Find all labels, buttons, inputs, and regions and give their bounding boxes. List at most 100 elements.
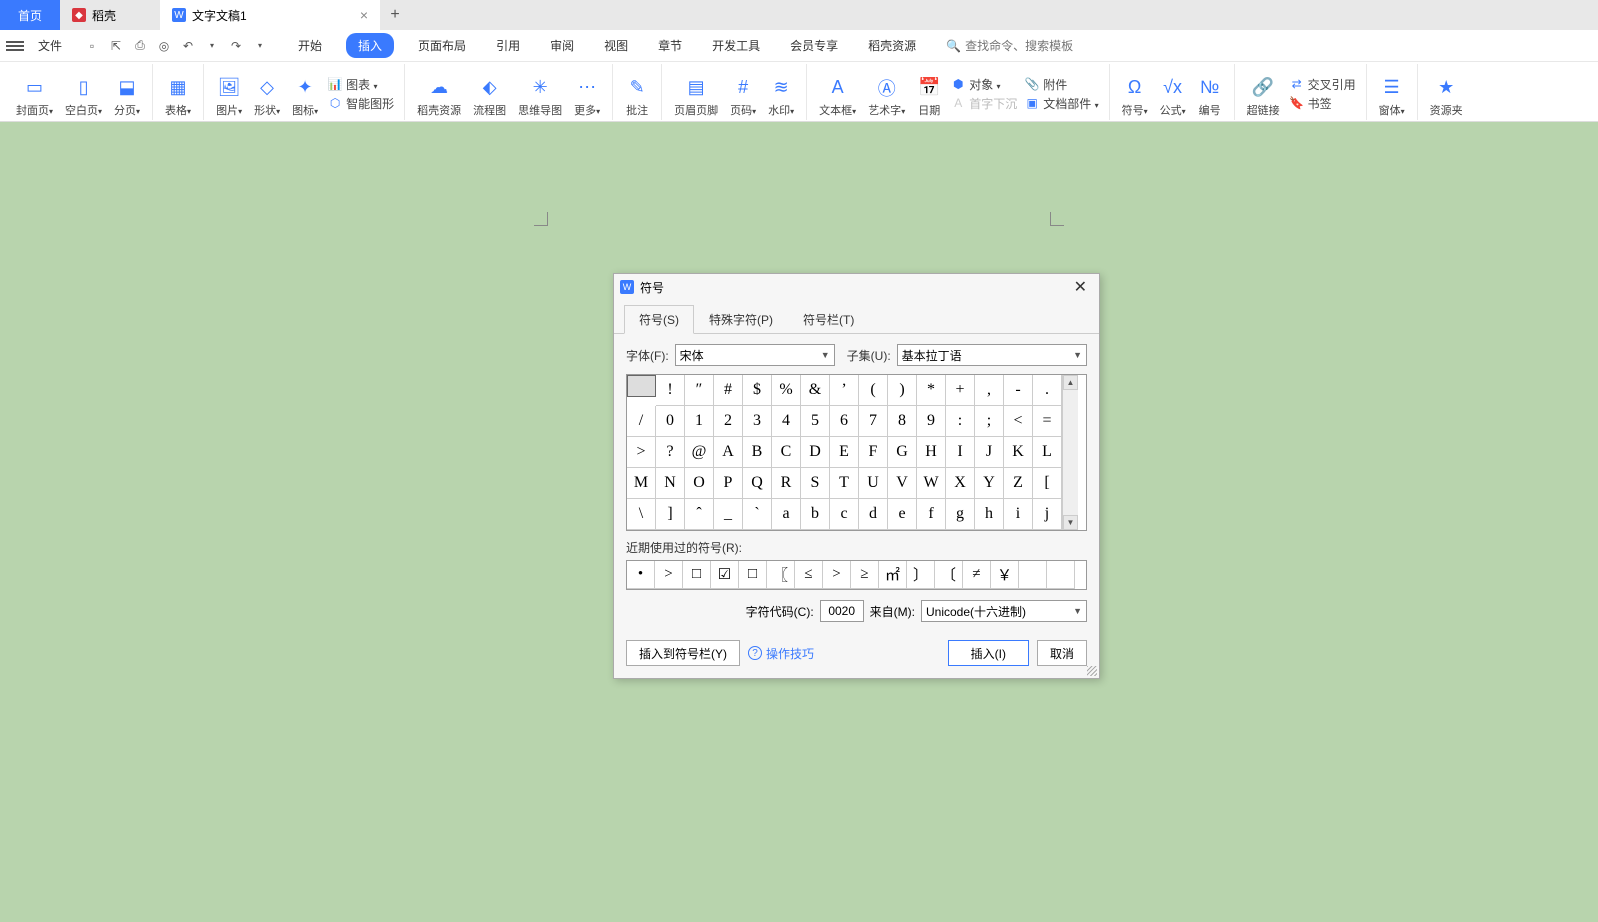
dialog-tab[interactable]: 符号(S) [624, 305, 694, 334]
ribbon-文档部件[interactable]: ▣文档部件 ▾ [1025, 95, 1098, 112]
symbol-cell[interactable]: > [627, 437, 656, 468]
symbol-cell[interactable]: M [627, 468, 656, 499]
symbol-cell[interactable]: L [1033, 437, 1062, 468]
ribbon-交叉引用[interactable]: ⇄交叉引用 [1290, 76, 1356, 93]
symbol-cell[interactable]: b [801, 499, 830, 530]
symbol-cell[interactable]: 4 [772, 406, 801, 437]
recent-symbol-cell[interactable]: ≠ [963, 561, 991, 589]
symbol-cell[interactable]: ! [656, 375, 685, 406]
menu-tab-插入[interactable]: 插入 [346, 33, 394, 58]
menu-tab-页面布局[interactable]: 页面布局 [412, 33, 472, 58]
symbol-cell[interactable]: X [946, 468, 975, 499]
symbol-cell[interactable]: \ [627, 499, 656, 530]
symbol-cell[interactable]: N [656, 468, 685, 499]
symbol-cell[interactable]: ; [975, 406, 1004, 437]
code-input[interactable] [820, 600, 864, 622]
recent-symbol-cell[interactable]: > [655, 561, 683, 589]
recent-symbol-cell[interactable]: > [823, 561, 851, 589]
symbol-cell[interactable]: g [946, 499, 975, 530]
recent-symbol-cell[interactable]: • [627, 561, 655, 589]
symbol-cell[interactable]: f [917, 499, 946, 530]
cancel-button[interactable]: 取消 [1037, 640, 1087, 666]
ribbon-艺术字[interactable]: Ⓐ艺术字▾ [862, 68, 911, 120]
ribbon-思维导图[interactable]: ✳思维导图 [512, 68, 568, 120]
symbol-cell[interactable]: % [772, 375, 801, 406]
save-icon[interactable]: ▫ [84, 38, 100, 54]
recent-symbol-cell[interactable] [1047, 561, 1075, 589]
symbol-cell[interactable]: 0 [656, 406, 685, 437]
menu-tab-章节[interactable]: 章节 [652, 33, 688, 58]
symbol-cell[interactable]: K [1004, 437, 1033, 468]
symbol-cell[interactable]: Z [1004, 468, 1033, 499]
symbol-cell[interactable]: i [1004, 499, 1033, 530]
symbol-cell[interactable]: B [743, 437, 772, 468]
tab-docshell[interactable]: ◆稻壳 [60, 0, 160, 30]
recent-symbol-cell[interactable]: ≥ [851, 561, 879, 589]
symbol-cell[interactable]: $ [743, 375, 772, 406]
symbol-cell[interactable]: D [801, 437, 830, 468]
symbol-cell[interactable]: * [917, 375, 946, 406]
symbol-cell[interactable]: 9 [917, 406, 946, 437]
ribbon-符号[interactable]: Ω符号▾ [1116, 68, 1154, 120]
preview-icon[interactable]: ◎ [156, 38, 172, 54]
recent-symbol-cell[interactable]: ☑ [711, 561, 739, 589]
symbol-cell[interactable]: R [772, 468, 801, 499]
symbol-cell[interactable] [627, 375, 656, 397]
ribbon-稻壳资源[interactable]: ☁稻壳资源 [411, 68, 467, 120]
tab-home[interactable]: 首页 [0, 0, 60, 30]
symbol-cell[interactable]: U [859, 468, 888, 499]
symbol-cell[interactable]: ˆ [685, 499, 714, 530]
ribbon-公式[interactable]: √x公式▾ [1154, 68, 1192, 120]
symbol-cell[interactable]: j [1033, 499, 1062, 530]
symbol-cell[interactable]: # [714, 375, 743, 406]
ribbon-分页[interactable]: ⬓分页▾ [108, 68, 146, 120]
scroll-up-icon[interactable]: ▲ [1063, 375, 1078, 390]
symbol-cell[interactable]: _ [714, 499, 743, 530]
ribbon-图片[interactable]: 🖼图片▾ [210, 68, 248, 120]
symbol-cell[interactable]: 8 [888, 406, 917, 437]
ribbon-资源夹[interactable]: ★资源夹 [1424, 68, 1469, 120]
font-select[interactable]: 宋体▼ [675, 344, 835, 366]
symbol-cell[interactable]: 2 [714, 406, 743, 437]
symbol-cell[interactable]: d [859, 499, 888, 530]
menu-tab-稻壳资源[interactable]: 稻壳资源 [862, 33, 922, 58]
redo-icon[interactable]: ↷ [228, 38, 244, 54]
ribbon-水印[interactable]: ≋水印▾ [762, 68, 800, 120]
symbol-cell[interactable]: ? [656, 437, 685, 468]
ribbon-图标[interactable]: ✦图标▾ [286, 68, 324, 120]
symbol-cell[interactable]: 5 [801, 406, 830, 437]
symbol-cell[interactable]: ″ [685, 375, 714, 406]
ribbon-表格[interactable]: ▦表格▾ [159, 68, 197, 120]
dialog-tab[interactable]: 符号栏(T) [788, 305, 869, 334]
ribbon-智能图形[interactable]: ⬡智能图形 [328, 95, 394, 112]
ribbon-附件[interactable]: 📎附件 [1025, 76, 1098, 93]
resize-handle[interactable] [1087, 666, 1097, 676]
ribbon-超链接[interactable]: 🔗超链接 [1241, 68, 1286, 120]
command-search[interactable]: 🔍 [946, 39, 1105, 53]
symbol-cell[interactable]: T [830, 468, 859, 499]
ribbon-图表[interactable]: 📊图表 ▾ [328, 76, 394, 93]
close-icon[interactable]: ✕ [1068, 277, 1093, 297]
export-icon[interactable]: ⇱ [108, 38, 124, 54]
recent-symbol-cell[interactable]: 〔 [935, 561, 963, 589]
symbol-cell[interactable]: , [975, 375, 1004, 406]
menu-tab-开始[interactable]: 开始 [292, 33, 328, 58]
symbol-cell[interactable]: C [772, 437, 801, 468]
symbol-cell[interactable]: 1 [685, 406, 714, 437]
insert-button[interactable]: 插入(I) [948, 640, 1029, 666]
recent-symbol-cell[interactable]: ￥ [991, 561, 1019, 589]
ribbon-编号[interactable]: №编号 [1192, 68, 1228, 120]
recent-symbol-cell[interactable]: 〖 [767, 561, 795, 589]
ribbon-批注[interactable]: ✎批注 [619, 68, 655, 120]
ribbon-页眉页脚[interactable]: ▤页眉页脚 [668, 68, 724, 120]
symbol-cell[interactable]: [ [1033, 468, 1062, 499]
ribbon-空白页[interactable]: ▯空白页▾ [59, 68, 108, 120]
symbol-cell[interactable]: = [1033, 406, 1062, 437]
symbol-cell[interactable]: A [714, 437, 743, 468]
tips-link[interactable]: ?操作技巧 [748, 645, 814, 662]
ribbon-形状[interactable]: ◇形状▾ [248, 68, 286, 120]
symbol-cell[interactable]: + [946, 375, 975, 406]
undo-icon[interactable]: ↶ [180, 38, 196, 54]
symbol-cell[interactable]: / [627, 406, 656, 437]
recent-symbol-cell[interactable]: □ [739, 561, 767, 589]
